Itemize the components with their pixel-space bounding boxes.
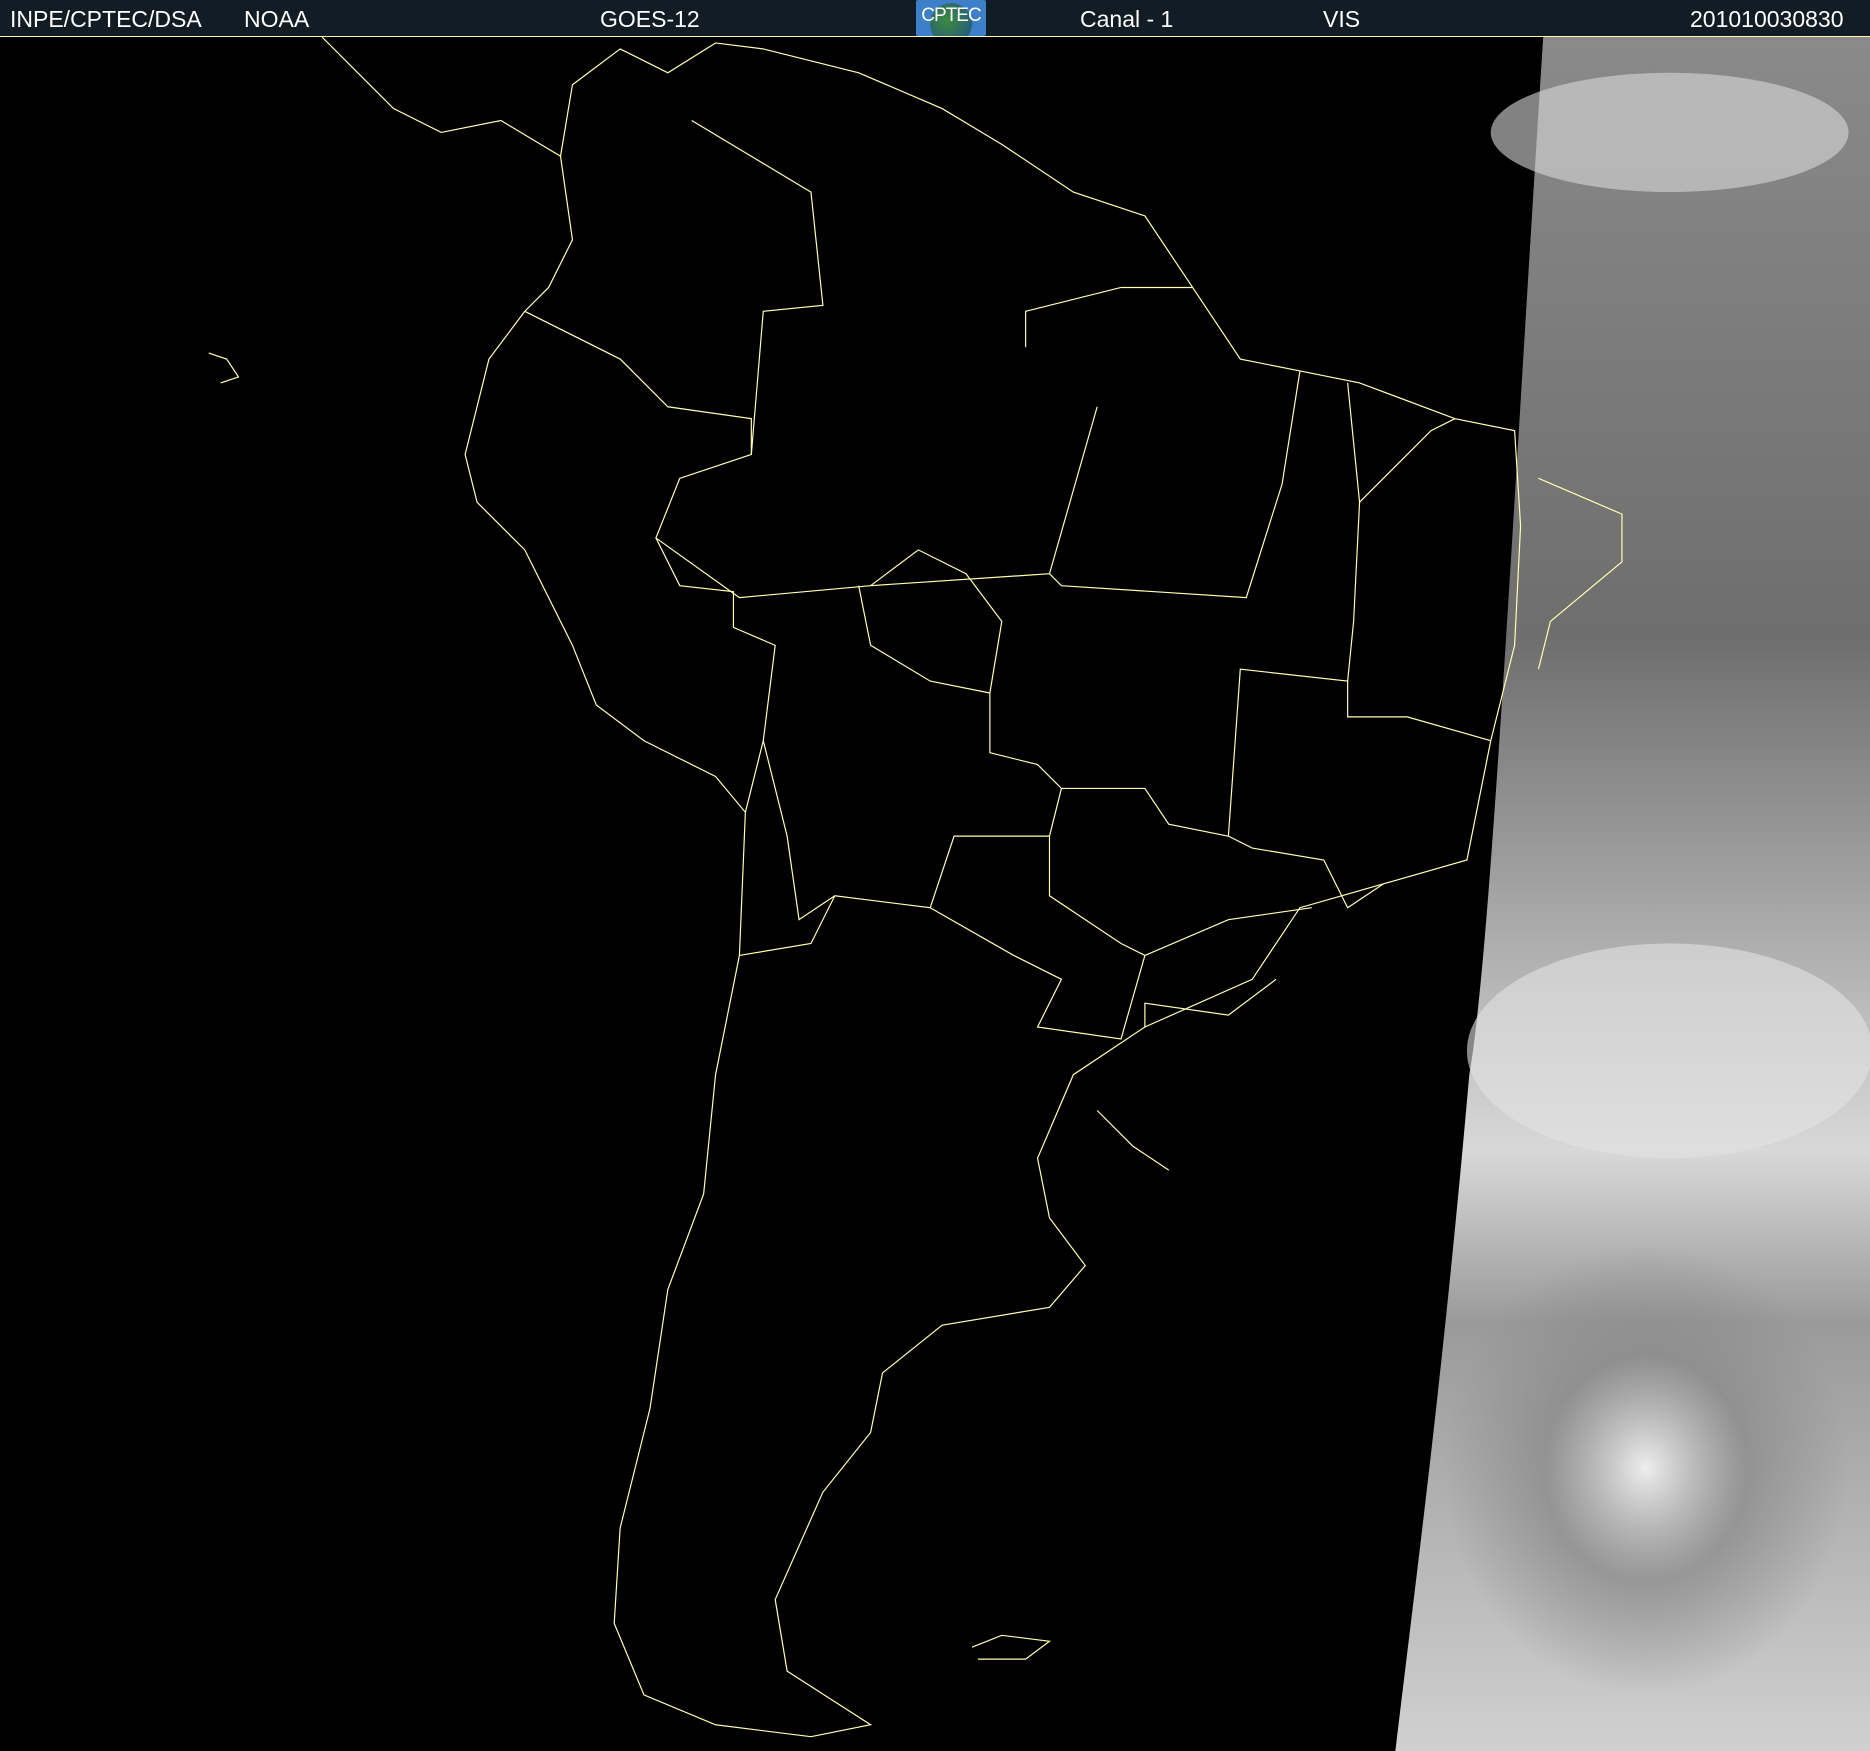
header-bar: INPE/CPTEC/DSA NOAA GOES-12 CPTEC Canal … bbox=[0, 0, 1870, 36]
institution-label: INPE/CPTEC/DSA bbox=[10, 6, 202, 32]
logo-text: CPTEC bbox=[921, 5, 981, 26]
satellite-label: GOES-12 bbox=[600, 6, 700, 32]
timestamp-label: 201010030830 bbox=[1690, 6, 1844, 32]
coastlines-and-borders bbox=[208, 37, 1623, 1738]
map-canvas bbox=[208, 37, 1870, 1751]
cyclone-swirl bbox=[1443, 1241, 1849, 1695]
band-label: VIS bbox=[1323, 6, 1361, 32]
south-america-coastline bbox=[321, 37, 1522, 1738]
agency-label: NOAA bbox=[244, 6, 310, 32]
channel-label: Canal - 1 bbox=[1080, 6, 1174, 32]
cptec-logo: CPTEC bbox=[916, 0, 986, 36]
satellite-image bbox=[0, 36, 1870, 1751]
